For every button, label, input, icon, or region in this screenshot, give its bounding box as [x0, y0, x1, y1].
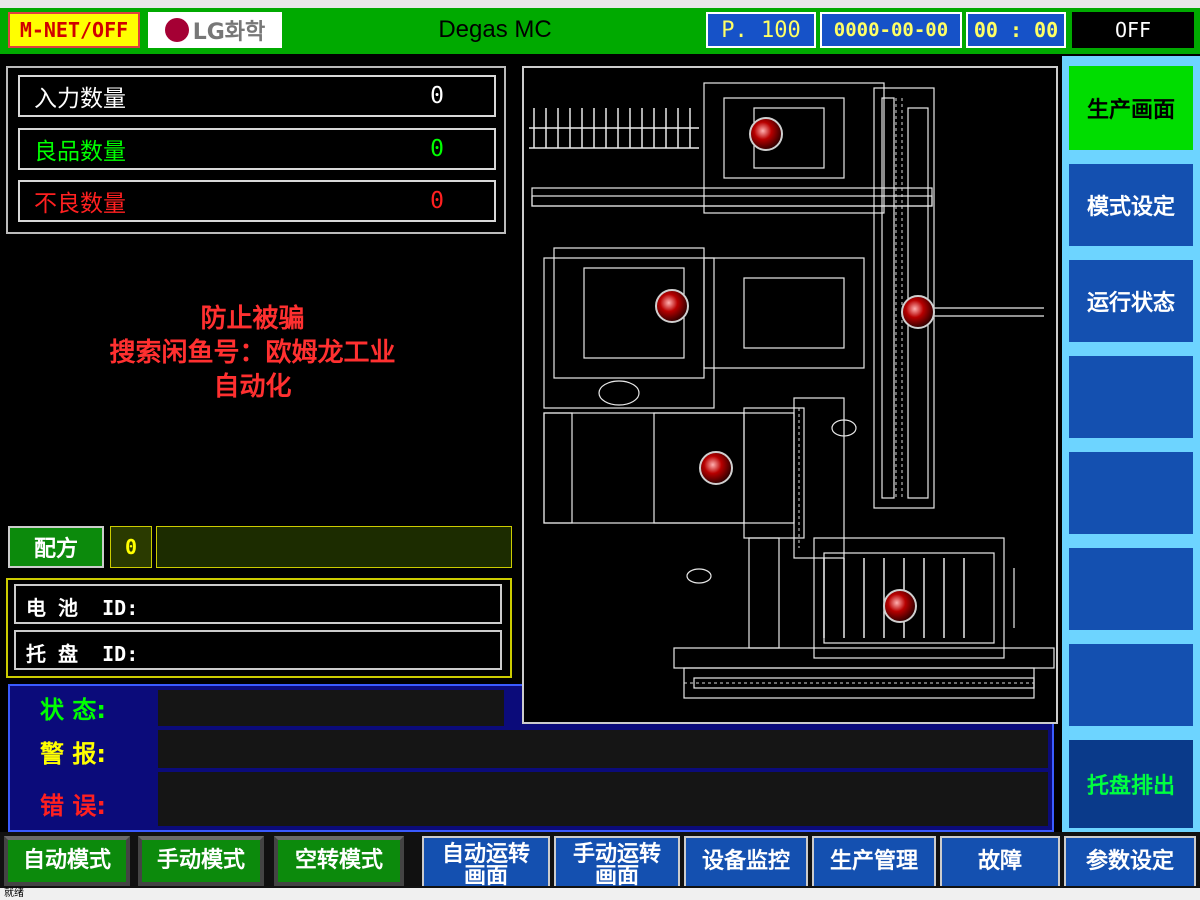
status-message-field — [158, 690, 504, 726]
overlay-line-2: 搜索闲鱼号：欧姆龙工业 — [109, 338, 396, 368]
overlay-line-3: 自动化 — [213, 372, 292, 402]
tray-id-label: 托 盘 ID: — [26, 642, 139, 666]
date-display: 0000-00-00 — [820, 12, 962, 48]
tray-eject-button[interactable]: 托盘排出 — [1066, 740, 1196, 828]
status-label: 状 态: — [40, 696, 106, 724]
battery-id-label: 电 池 ID: — [26, 596, 139, 620]
station-lamp-4 — [699, 451, 733, 485]
program-number: P. 100 — [706, 12, 816, 48]
mnet-status-badge: M-NET/OFF — [8, 12, 140, 48]
station-lamp-3 — [901, 295, 935, 329]
fault-button[interactable]: 故障 — [940, 836, 1060, 886]
bad-count-label: 不良数量 — [34, 191, 126, 217]
input-count-label: 入力数量 — [34, 86, 126, 112]
equipment-monitor-button[interactable]: 设备监控 — [684, 836, 808, 886]
input-count-value: 0 — [430, 83, 444, 109]
run-status-display: OFF — [1072, 12, 1194, 48]
alarm-label: 警 报: — [40, 740, 106, 768]
footer-text: 就绪 — [4, 888, 24, 899]
layout-drawing — [529, 82, 1055, 699]
recipe-name-field[interactable] — [156, 526, 512, 568]
manual-mode-button[interactable]: 手动模式 — [138, 836, 264, 886]
station-lamp-1 — [749, 117, 783, 151]
recipe-button[interactable]: 配方 — [8, 526, 104, 568]
bad-count-value: 0 — [430, 188, 444, 214]
bad-count-row: 不良数量 0 — [18, 180, 496, 222]
tray-id-field: 托 盘 ID: — [14, 630, 502, 670]
dry-run-mode-label: 空转模式 — [278, 840, 400, 882]
auto-mode-label: 自动模式 — [8, 840, 126, 882]
brand-logo: LG화학 — [148, 12, 282, 48]
side-menu-empty-4[interactable] — [1066, 644, 1196, 726]
side-menu-empty-2[interactable] — [1066, 452, 1196, 534]
side-menu-empty-1[interactable] — [1066, 356, 1196, 438]
recipe-number[interactable]: 0 — [110, 526, 152, 568]
production-screen-button[interactable]: 生产画面 — [1066, 66, 1196, 150]
overlay-notice: 防止被骗 搜索闲鱼号：欧姆龙工业 自动化 — [60, 302, 445, 404]
status-footer: 就绪 — [0, 888, 1200, 900]
run-status-button[interactable]: 运行状态 — [1066, 260, 1196, 342]
good-count-label: 良品数量 — [34, 139, 126, 165]
auto-mode-button[interactable]: 自动模式 — [4, 836, 130, 886]
alarm-message-field — [158, 730, 1048, 768]
lg-logo-icon — [164, 18, 189, 42]
brand-name: LG화학 — [192, 20, 266, 45]
mode-setting-button[interactable]: 模式设定 — [1066, 164, 1196, 246]
production-management-button[interactable]: 生产管理 — [812, 836, 936, 886]
manual-run-screen-button[interactable]: 手动运转 画面 — [554, 836, 680, 886]
dry-run-mode-button[interactable]: 空转模式 — [274, 836, 404, 886]
station-lamp-2 — [655, 289, 689, 323]
machine-title: Degas MC — [438, 16, 552, 43]
auto-run-screen-button[interactable]: 自动运转 画面 — [422, 836, 550, 886]
overlay-line-1: 防止被骗 — [200, 304, 305, 334]
top-toolbar-strip — [0, 0, 1200, 8]
side-menu-empty-3[interactable] — [1066, 548, 1196, 630]
good-count-row: 良品数量 0 — [18, 128, 496, 170]
input-count-row: 入力数量 0 — [18, 75, 496, 117]
good-count-value: 0 — [430, 136, 444, 162]
station-lamp-5 — [883, 589, 917, 623]
error-label: 错 误: — [40, 792, 106, 820]
parameter-setting-button[interactable]: 参数设定 — [1064, 836, 1196, 886]
time-display: 00 : 00 — [966, 12, 1066, 48]
battery-id-field: 电 池 ID: — [14, 584, 502, 624]
error-message-field — [158, 772, 1048, 826]
machine-layout-diagram — [522, 66, 1058, 724]
manual-mode-label: 手动模式 — [142, 840, 260, 882]
